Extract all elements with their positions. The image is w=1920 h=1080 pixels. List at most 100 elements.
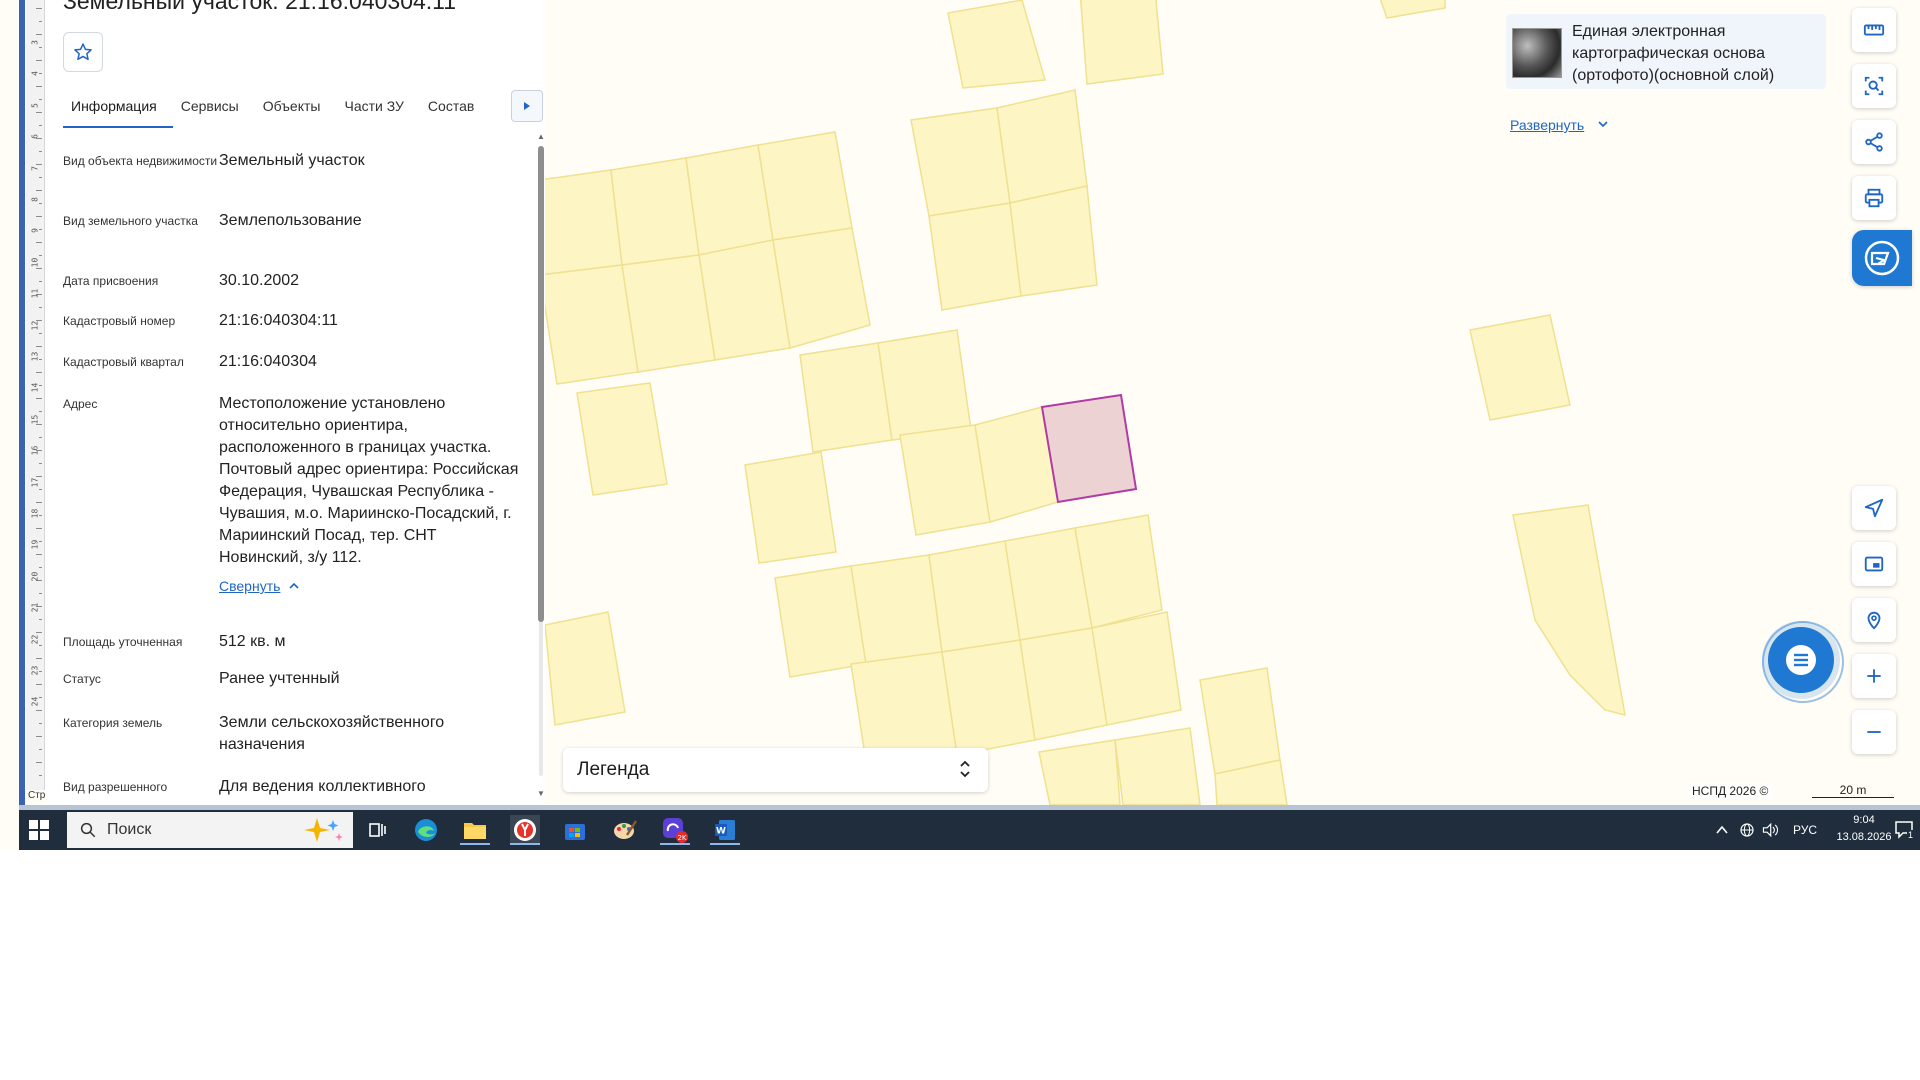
tab-composition[interactable]: Состав [420, 92, 490, 126]
print-button[interactable] [1852, 176, 1896, 220]
ruler-number: 10 [30, 257, 40, 268]
gosuslugi-service-button[interactable] [1852, 230, 1912, 286]
ruler-tick [36, 528, 42, 529]
land-parcel[interactable] [899, 424, 991, 536]
area-search-button[interactable] [1852, 64, 1896, 108]
edge-browser-icon[interactable] [411, 815, 441, 845]
land-parcel[interactable] [1114, 727, 1201, 805]
selected-parcel[interactable] [1040, 393, 1138, 504]
messenger-app-icon[interactable]: 2K [660, 815, 690, 845]
ruler-tick [36, 372, 42, 373]
windows-start-icon[interactable] [29, 820, 49, 840]
active-indicator [660, 843, 690, 845]
panel-scrollbar[interactable]: ▲ ▼ [537, 132, 545, 802]
chat-button[interactable] [1768, 627, 1834, 693]
taskbar-search-box[interactable]: Поиск [67, 812, 353, 848]
land-parcel[interactable] [1079, 0, 1164, 85]
collapse-toggle[interactable]: Свернуть [219, 575, 519, 597]
expand-layers-link[interactable]: Развернуть [1510, 117, 1584, 133]
tab-objects[interactable]: Объекты [255, 92, 337, 126]
task-view-icon[interactable] [363, 815, 393, 845]
scroll-up-icon[interactable]: ▲ [537, 132, 545, 141]
minimap-button[interactable] [1852, 542, 1896, 586]
land-parcel[interactable] [610, 157, 700, 266]
ruler-tick [36, 684, 42, 685]
scroll-down-icon[interactable]: ▼ [537, 789, 545, 798]
land-parcel[interactable] [1469, 314, 1571, 421]
map-canvas[interactable] [545, 0, 1920, 805]
tab-parts[interactable]: Части ЗУ [336, 92, 419, 126]
vertical-ruler: 3 4 5 6 7 8 9 10 11 12 13 14 15 16 17 18 19 20 21 22 23 24 [26, 0, 45, 790]
service-logo-icon [1864, 240, 1900, 276]
ruler-number: 6 [30, 134, 40, 140]
map-svg[interactable] [545, 0, 1920, 805]
tabs-scroll-right-button[interactable] [511, 90, 543, 122]
land-parcel[interactable] [772, 227, 871, 349]
attr-value: 21:16:040304:11 [219, 312, 338, 329]
volume-speaker-icon[interactable] [1761, 822, 1779, 838]
land-parcel[interactable] [744, 451, 837, 564]
measure-button[interactable] [1852, 8, 1896, 52]
ruler-tick [39, 593, 42, 594]
land-parcel[interactable] [928, 540, 1021, 653]
land-parcel[interactable] [799, 342, 893, 453]
word-app-icon[interactable]: W [710, 815, 740, 845]
zoom-out-button[interactable] [1852, 710, 1896, 754]
ruler-tick [36, 86, 42, 87]
land-parcel[interactable] [545, 611, 626, 726]
ruler-number: 18 [30, 508, 40, 519]
land-parcel[interactable] [545, 169, 623, 276]
network-globe-icon[interactable] [1739, 822, 1755, 838]
clock-date[interactable]: 13.08.2026 [1829, 831, 1899, 843]
land-parcel[interactable] [1199, 667, 1281, 775]
clock-time[interactable]: 9:04 [1834, 814, 1894, 826]
land-parcel[interactable] [850, 554, 943, 665]
land-parcel[interactable] [1038, 739, 1121, 805]
land-parcel[interactable] [1009, 185, 1098, 297]
land-parcel[interactable] [576, 382, 668, 496]
land-parcel[interactable] [947, 0, 1046, 89]
scroll-thumb[interactable] [538, 146, 544, 622]
ruler-tick [39, 437, 42, 438]
land-parcel[interactable] [877, 329, 972, 441]
land-parcel[interactable] [941, 639, 1036, 756]
microsoft-store-icon[interactable] [560, 815, 590, 845]
ruler-tick [39, 723, 42, 724]
favorite-button[interactable] [63, 32, 103, 72]
share-button[interactable] [1852, 120, 1896, 164]
tab-information[interactable]: Информация [63, 92, 173, 128]
collapse-link[interactable]: Свернуть [219, 575, 280, 597]
base-layer-card[interactable]: Единая электронная картографическая осно… [1506, 14, 1826, 89]
land-parcel[interactable] [910, 107, 1011, 217]
attr-row-cadastral-quarter: Кадастровый квартал 21:16:040304 [63, 351, 523, 393]
svg-text:2K: 2K [677, 834, 686, 842]
zoom-select-icon [1864, 76, 1884, 96]
paint-app-icon[interactable] [610, 815, 640, 845]
star-icon [74, 43, 92, 61]
land-parcel[interactable] [757, 131, 853, 241]
tray-overflow-chevron-icon[interactable] [1715, 824, 1729, 836]
land-parcel[interactable] [1377, 0, 1446, 19]
land-parcel[interactable] [928, 202, 1022, 311]
yandex-browser-icon[interactable] [510, 815, 540, 845]
land-parcel[interactable] [1512, 504, 1626, 717]
land-parcel[interactable] [774, 565, 867, 678]
geolocation-button[interactable] [1852, 486, 1896, 530]
expand-collapse-icon[interactable] [958, 758, 972, 780]
ruler-tick [36, 190, 42, 191]
chevron-down-icon[interactable] [1597, 117, 1609, 131]
attr-value: 512 кв. м [219, 633, 286, 650]
ruler-tick [36, 398, 42, 399]
legend-bar[interactable]: Легенда [563, 748, 988, 792]
zoom-in-button[interactable] [1852, 654, 1896, 698]
land-parcel[interactable] [996, 89, 1088, 204]
locate-search-button[interactable] [1852, 598, 1896, 642]
attr-label: Дата присвоения [63, 274, 159, 288]
land-parcel[interactable] [1091, 611, 1182, 726]
chat-icon [1786, 645, 1816, 675]
tab-services[interactable]: Сервисы [173, 92, 255, 126]
file-explorer-icon[interactable] [460, 815, 490, 845]
base-layer-title: Единая электронная картографическая осно… [1572, 23, 1775, 84]
attr-label: Категория земель [63, 716, 163, 730]
input-language-indicator[interactable]: РУС [1793, 823, 1817, 837]
